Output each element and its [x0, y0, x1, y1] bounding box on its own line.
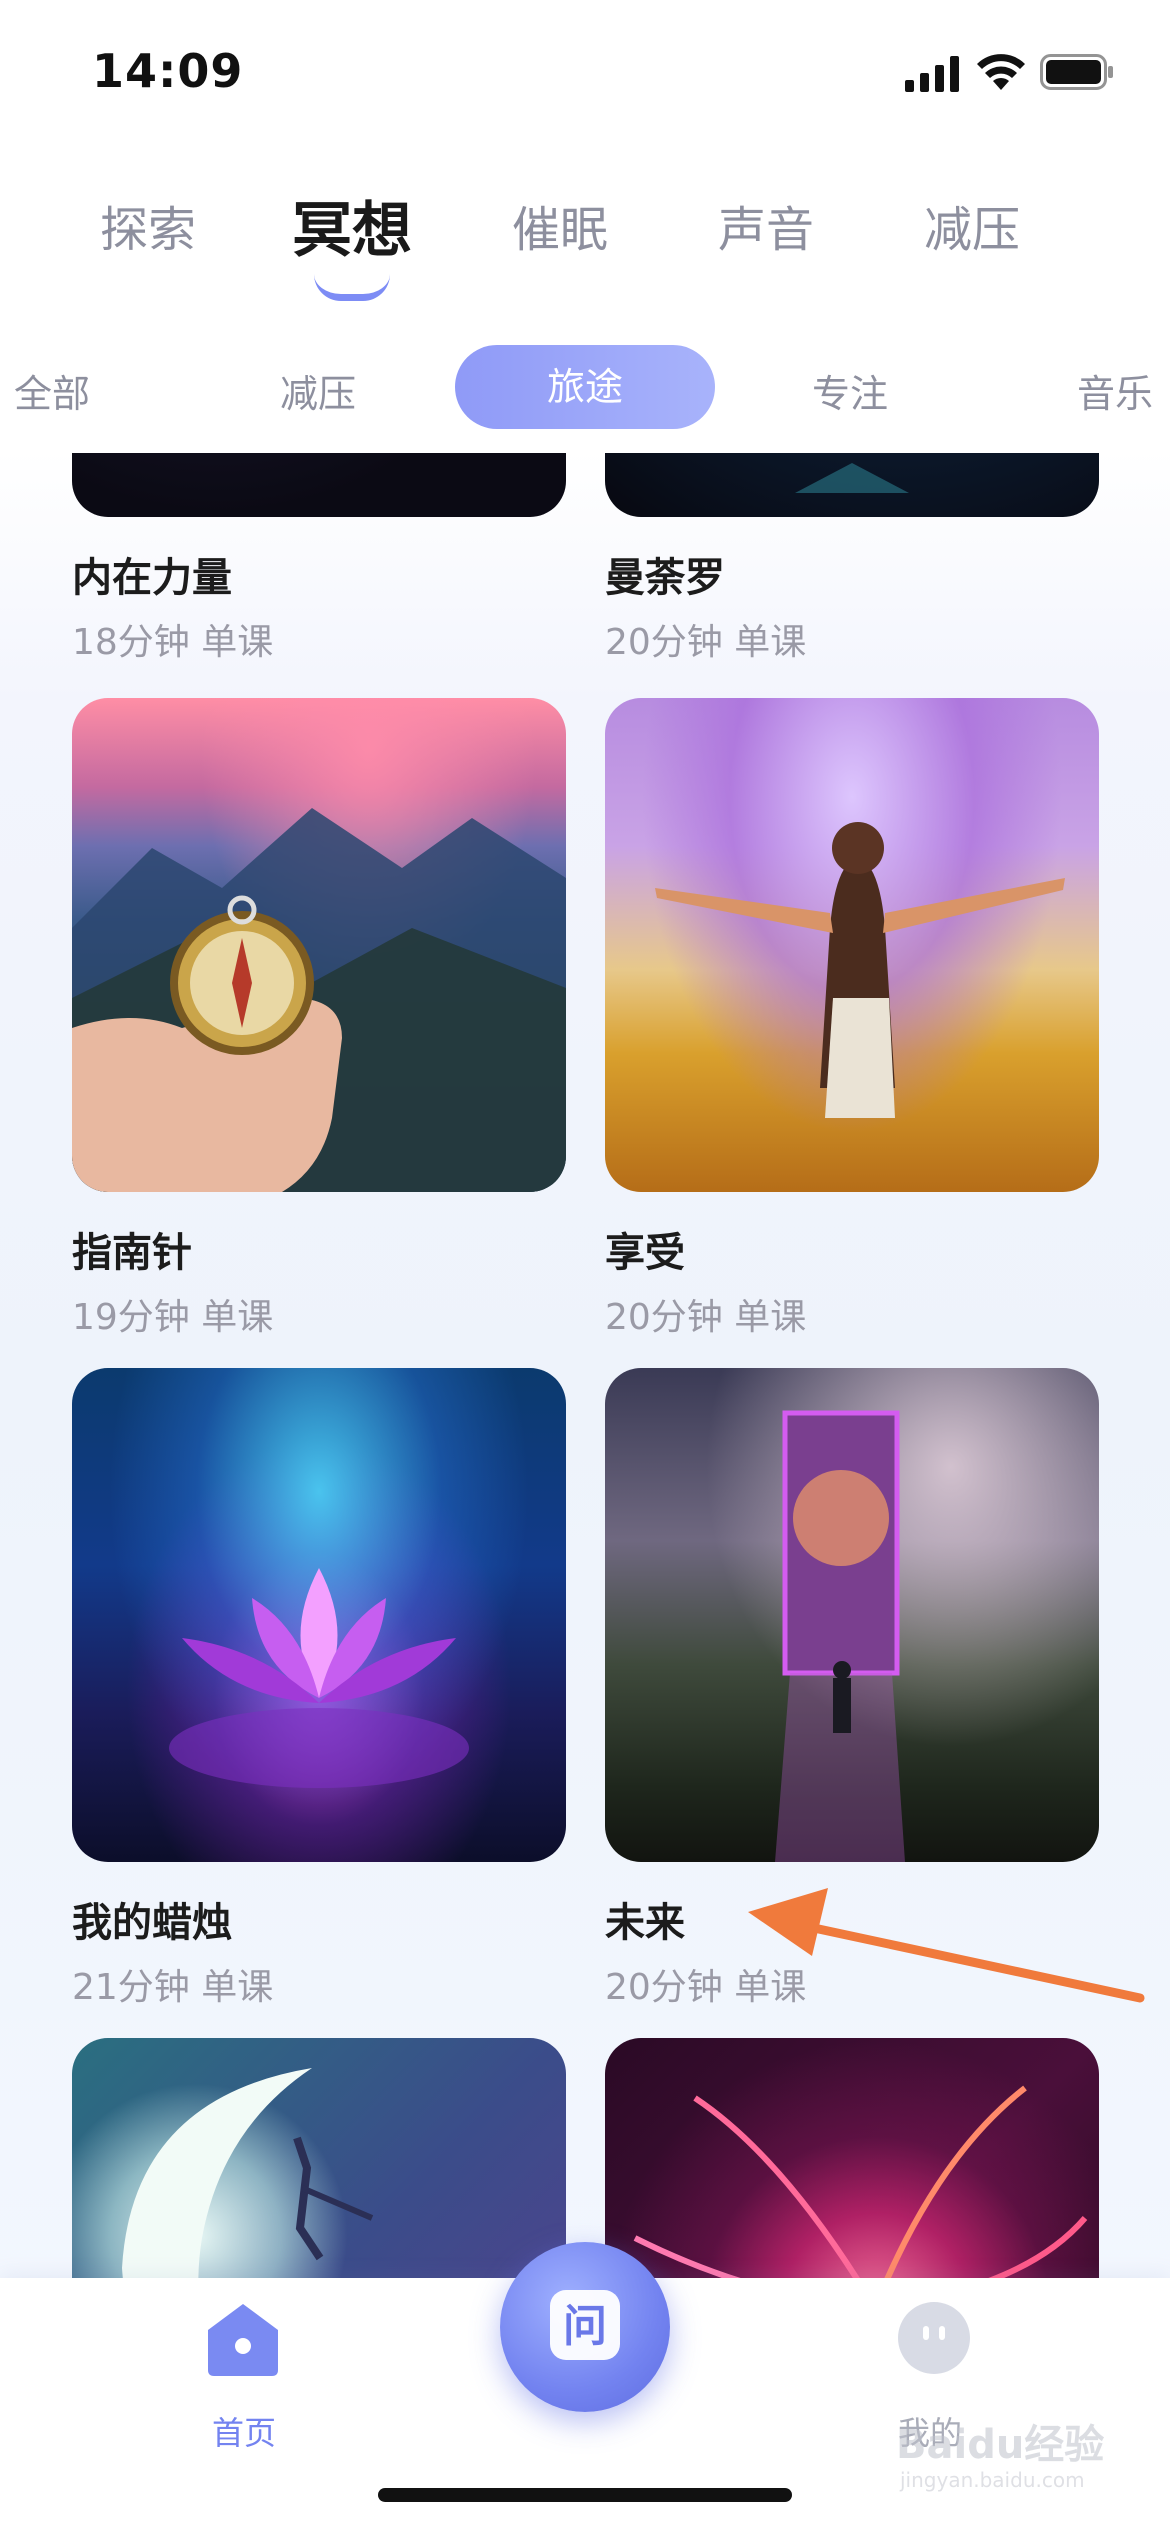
chip-focus[interactable]: 专注 [812, 363, 888, 418]
course-title: 享受 [605, 1230, 685, 1276]
course-title: 内在力量 [72, 555, 232, 601]
course-meta: 20分钟 单课 [605, 1297, 807, 1338]
course-image[interactable] [605, 2038, 1099, 2278]
chip-all[interactable]: 全部 [14, 363, 90, 418]
course-image[interactable] [72, 453, 566, 517]
tab-meditation[interactable]: 冥想 [292, 182, 412, 269]
course-title: 我的蜡烛 [72, 1900, 232, 1946]
course-title: 未来 [605, 1900, 685, 1946]
course-image[interactable] [605, 698, 1099, 1192]
course-meta: 19分钟 单课 [72, 1297, 274, 1338]
chip-journey[interactable]: 旅途 [455, 345, 715, 429]
center-ask-button[interactable]: 问 [500, 2242, 670, 2412]
wifi-icon [977, 54, 1025, 90]
profile-icon [898, 2302, 970, 2374]
nav-home[interactable]: 首页 [190, 2298, 300, 2452]
battery-icon [1040, 54, 1113, 90]
home-indicator [378, 2488, 792, 2502]
course-image[interactable] [605, 453, 1099, 517]
course-image[interactable] [72, 1368, 566, 1862]
course-title: 曼荼罗 [605, 555, 725, 601]
watermark-text: Baidu经验 [896, 2422, 1105, 2468]
status-bar: 14:09 [0, 0, 1170, 150]
watermark-sub: jingyan.baidu.com [900, 2468, 1085, 2492]
course-image[interactable] [605, 1368, 1099, 1862]
home-icon [208, 2304, 278, 2376]
cellular-signal-icon [905, 56, 959, 92]
svg-text:问: 问 [563, 2301, 607, 2352]
active-tab-indicator [314, 274, 390, 301]
nav-home-label: 首页 [212, 2414, 277, 2452]
tab-explore[interactable]: 探索 [100, 190, 196, 260]
course-title: 指南针 [72, 1230, 192, 1276]
tab-relief[interactable]: 减压 [924, 190, 1020, 260]
main-tab-bar: 探索 冥想 催眠 声音 减压 [0, 190, 1170, 301]
course-meta: 21分钟 单课 [72, 1967, 274, 2008]
watermark: Baidu经验 jingyan.baidu.com [896, 2412, 1136, 2502]
sub-category-bar: 全部 减压 旅途 专注 音乐 [0, 345, 1170, 429]
tab-hypnosis[interactable]: 催眠 [512, 190, 608, 260]
course-image[interactable] [72, 2038, 566, 2278]
ask-icon: 问 [550, 2290, 620, 2360]
course-image[interactable] [72, 698, 566, 1192]
status-time: 14:09 [92, 44, 244, 98]
annotation-arrow [748, 1888, 1145, 2003]
chip-relief[interactable]: 减压 [280, 363, 356, 418]
course-meta: 20分钟 单课 [605, 622, 807, 663]
chip-music[interactable]: 音乐 [1077, 363, 1153, 418]
header-bottom [0, 429, 1170, 453]
tab-sound[interactable]: 声音 [718, 190, 814, 260]
course-meta: 18分钟 单课 [72, 622, 274, 663]
